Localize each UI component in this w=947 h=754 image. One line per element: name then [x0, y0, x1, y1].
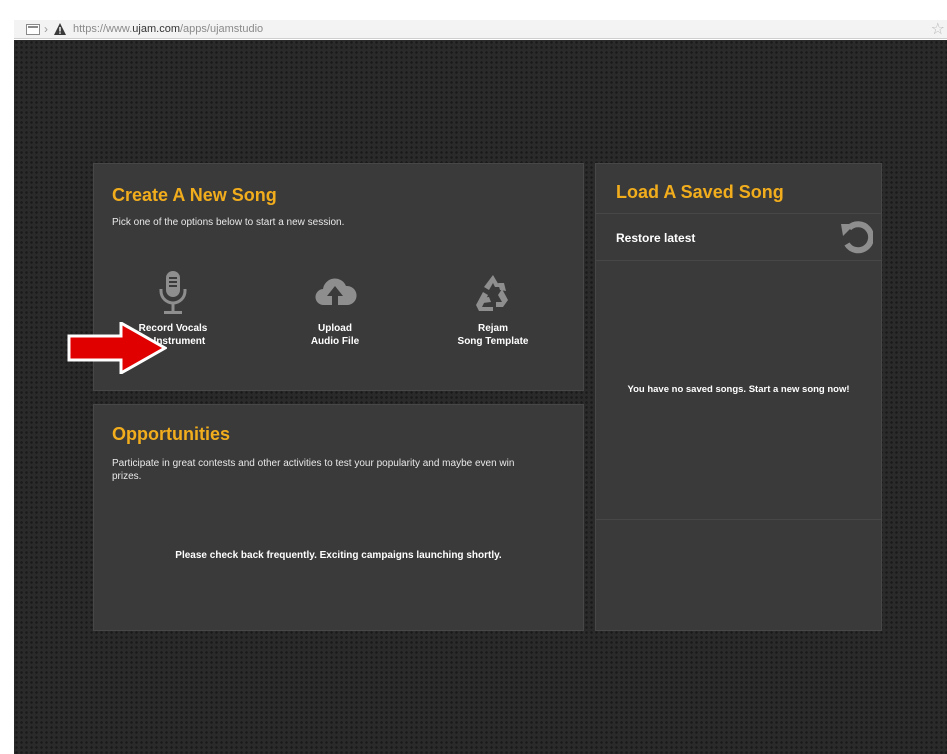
url-text[interactable]: https://www.ujam.com/apps/ujamstudio [73, 23, 263, 35]
opportunities-note: Please check back frequently. Exciting c… [175, 550, 502, 561]
create-song-subtitle: Pick one of the options below to start a… [112, 217, 345, 228]
no-saved-songs-message: You have no saved songs. Start a new son… [627, 384, 850, 395]
chevron-right-icon: › [44, 22, 48, 36]
warning-icon [54, 23, 66, 35]
bookmark-star-icon[interactable]: ☆ [931, 20, 945, 39]
opportunities-description: Participate in great contests and other … [112, 458, 515, 482]
rejam-template-button[interactable]: Rejam Song Template [433, 269, 553, 348]
page-icon [26, 23, 40, 35]
upload-audio-label: Upload Audio File [310, 323, 360, 347]
opportunities-title: Opportunities [112, 424, 230, 444]
red-arrow-icon [67, 322, 167, 374]
divider [596, 519, 881, 520]
load-song-title: Load A Saved Song [616, 182, 784, 202]
rejam-template-label: Rejam Song Template [457, 323, 529, 347]
load-song-panel: Load A Saved Song Restore latest You hav… [595, 163, 882, 631]
opportunities-panel: Opportunities Participate in great conte… [93, 404, 584, 631]
browser-address-bar[interactable]: › https://www.ujam.com/apps/ujamstudio ☆ [14, 20, 947, 39]
app-area: Create A New Song Pick one of the option… [14, 40, 947, 754]
cloud-upload-icon [315, 278, 357, 309]
create-song-title: Create A New Song [112, 185, 277, 205]
recycle-icon [476, 275, 508, 311]
upload-audio-button[interactable]: Upload Audio File [275, 269, 395, 348]
restore-latest-row[interactable]: Restore latest [596, 213, 881, 261]
restore-icon[interactable] [839, 220, 873, 254]
microphone-icon [159, 271, 187, 314]
restore-latest-label: Restore latest [616, 231, 696, 245]
